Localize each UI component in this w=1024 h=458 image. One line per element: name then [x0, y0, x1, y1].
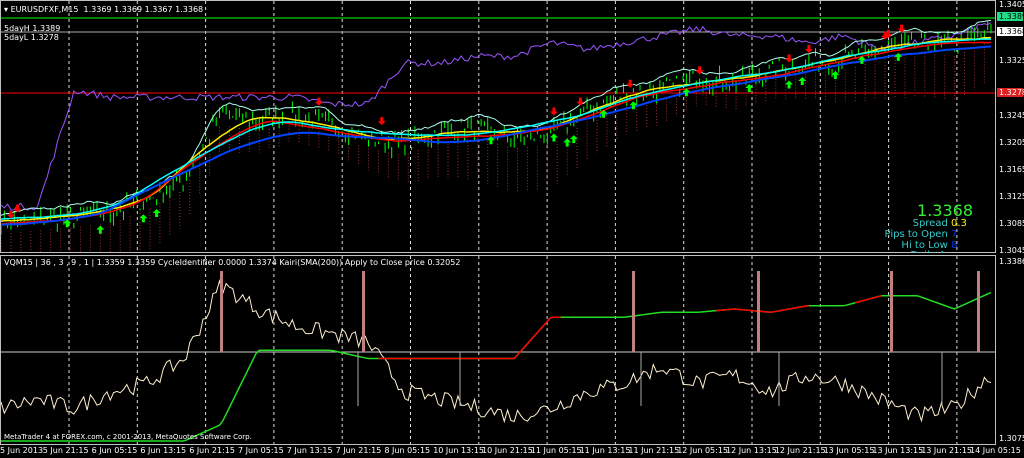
low-price-badge: 1.3278	[997, 88, 1024, 97]
time-axis-label: 7 Jun 13:15	[286, 446, 333, 455]
buy-arrow-icon	[549, 133, 558, 142]
sell-arrow-icon	[785, 54, 794, 63]
symbol-label: EURUSDFXF,M15	[10, 5, 79, 14]
buy-arrow-icon	[831, 70, 840, 79]
sell-arrow-icon	[549, 107, 558, 116]
time-axis-label: 12 Jun 21:15	[774, 446, 826, 455]
time-axis-label: 6 Jun 13:15	[140, 446, 187, 455]
time-axis-label: 12 Jun 05:15	[677, 446, 729, 455]
pips-row: Pips to Open 7	[853, 229, 973, 240]
hilo-value: 8	[951, 240, 958, 251]
sell-arrow-icon	[626, 79, 635, 88]
spread-label: Spread	[912, 218, 948, 229]
buy-arrow-icon	[569, 135, 578, 144]
cycle-down-segment	[855, 295, 882, 304]
cycle-up-spike	[757, 271, 760, 352]
price-axis-label: 1.3165	[999, 165, 1024, 174]
pips-label: Pips to Open	[884, 229, 948, 240]
sub-axis-top: 1.3386	[999, 257, 1024, 266]
time-axis-label: 10 Jun 21:15	[482, 446, 533, 455]
buy-arrow-icon	[563, 138, 572, 147]
price-bars	[1, 21, 992, 235]
main-price-chart[interactable]: ▾ EURUSDFXF,M15 1.3369 1.3369 1.3367 1.3…	[0, 0, 996, 253]
price-plot	[1, 1, 995, 252]
current-price-badge: 1.3368	[997, 27, 1024, 36]
buy-arrow-icon	[152, 208, 161, 217]
time-axis-label: 12 Jun 13:15	[726, 446, 777, 455]
price-axis-label: 1.3125	[999, 192, 1024, 201]
indicator-subwindow[interactable]: VQM15 | 36 , 3 , 9 , 1 | 1.3359 1.3359 C…	[0, 255, 996, 445]
sell-arrow-icon	[377, 117, 386, 126]
pips-value: 7	[951, 229, 958, 240]
oscillator-line	[1, 279, 992, 424]
buy-arrow-icon	[139, 214, 148, 223]
price-axis-label: 1.3325	[999, 56, 1024, 65]
metatrader-chart-window[interactable]: ▾ EURUSDFXF,M15 1.3369 1.3369 1.3367 1.3…	[0, 0, 1024, 458]
sell-arrow-icon	[576, 97, 585, 106]
price-axis-label: 1.3085	[999, 219, 1024, 228]
time-axis-label: 6 Jun 21:15	[189, 446, 235, 455]
cycle-line	[1, 291, 992, 442]
spread-value: 0.3	[951, 218, 967, 229]
time-axis-label: 11 Jun 05:15	[530, 446, 582, 455]
time-axis-label: 5 Jun 21:15	[42, 446, 89, 455]
quote-values: 1.3369 1.3369 1.3367 1.3368	[83, 5, 204, 14]
time-axis-label: 7 Jun 21:15	[335, 446, 382, 455]
five-day-low-label: 5dayL 1.3278	[4, 33, 59, 42]
time-axis-label: 13 Jun 13:15	[872, 446, 924, 455]
time-axis-label: 5 Jun 2013	[0, 446, 44, 455]
copyright-text: MetaTrader 4 at FOREX.com, c 2001-2013, …	[4, 433, 252, 441]
buy-arrow-icon	[798, 76, 807, 85]
time-axis-label: 14 Jun 05:15	[970, 446, 1021, 455]
buy-arrow-icon	[785, 80, 794, 89]
buy-arrow-icon	[96, 225, 105, 234]
price-axis-label: 1.3405	[999, 0, 1024, 9]
cycle-up-spike	[362, 271, 365, 352]
price-axis-label: 1.3205	[999, 138, 1024, 147]
chart-title: ▾ EURUSDFXF,M15 1.3369 1.3369 1.3367 1.3…	[4, 5, 204, 14]
sub-axis-bottom: 1.3075	[999, 434, 1024, 443]
spread-row: Spread 0.3	[853, 218, 973, 229]
cycle-up-spike	[977, 271, 980, 352]
sell-arrow-icon	[804, 45, 813, 54]
cycle-up-spike	[632, 271, 635, 352]
cycle-down-segment	[716, 304, 809, 313]
daily-av-label: Daily Av	[910, 250, 951, 253]
price-axis-label: 1.3045	[999, 246, 1024, 255]
time-axis-label: 6 Jun 05:15	[91, 446, 138, 455]
purple-envelope-line	[1, 22, 992, 211]
indicator-plot	[1, 256, 995, 444]
sell-arrow-icon	[314, 97, 323, 106]
time-axis-label: 11 Jun 13:15	[579, 446, 631, 455]
price-axis-label: 1.3245	[999, 111, 1024, 120]
time-axis-label: 11 Jun 21:15	[628, 446, 680, 455]
time-axis-label: 13 Jun 05:15	[823, 446, 875, 455]
time-axis-label: 10 Jun 13:15	[433, 446, 485, 455]
time-axis-label: 8 Jun 05:15	[384, 446, 431, 455]
time-axis-label: 7 Jun 05:15	[238, 446, 284, 455]
high-price-badge: 1.3389	[997, 12, 1024, 21]
cycle-up-spike	[220, 271, 223, 352]
five-day-high-label: 5dayH 1.3389	[4, 24, 61, 33]
time-axis-label: 13 Jun 21:15	[921, 446, 973, 455]
indicator-legend: VQM15 | 36 , 3 , 9 , 1 | 1.3359 1.3359 C…	[4, 258, 461, 267]
cycle-up-spike	[890, 271, 893, 352]
